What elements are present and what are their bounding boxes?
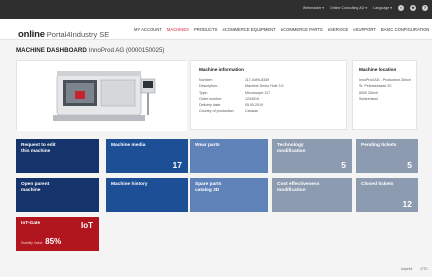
star-icon[interactable]: ★ (410, 5, 416, 11)
top-bar: Webmaster ▾ Online Consulting AG ▾ Langu… (0, 0, 432, 19)
location-line: St. Petersstrasse 20 (359, 84, 392, 89)
tile-label: Closed tickets (361, 182, 394, 187)
page-title-main: MACHINE DASHBOARD (16, 47, 87, 54)
machine-location-card: Machine location InnoProd AG - Productio… (352, 60, 417, 130)
footer-imprint-link[interactable]: Imprint (401, 267, 412, 271)
tile-iot-gate[interactable]: IoT-Gate IoT Stability Value: 85% (16, 217, 99, 251)
tile-closed-tickets[interactable]: Closed tickets 12 (356, 178, 418, 212)
info-row: Country of production: Canada (199, 109, 338, 113)
tile-label: Wear parts (195, 143, 220, 148)
nav-eservice[interactable]: eSERVICE (328, 27, 349, 32)
cart-icon[interactable]: ▪ (398, 5, 404, 11)
tile-count: 17 (172, 160, 182, 170)
info-key: Type: (199, 90, 208, 95)
info-key: Country of production: (199, 109, 235, 114)
nav-esupport[interactable]: eSUPPORT (353, 27, 376, 32)
info-value: 117-0495-8339 (245, 78, 270, 82)
iot-stability-label: Stability Value: (21, 241, 44, 245)
info-key: Description: (199, 84, 218, 89)
tile-count: 5 (341, 160, 346, 170)
info-value: Machine Demo Hole 3.5 (245, 84, 284, 89)
logo-bold: online (18, 29, 45, 40)
info-row: Delivery date: 05.05.2019 (199, 103, 338, 107)
logo-text: Portal4Industry SE (46, 30, 110, 39)
tile-label: Machine media (111, 143, 146, 148)
machine-information-title: Machine information (199, 67, 244, 72)
tile-cost-effectiveness[interactable]: Cost effectiveness modification (272, 178, 352, 212)
page-title-customer: InnoProd AG (0000150025) (88, 47, 165, 54)
tile-wear-parts[interactable]: Wear parts (190, 139, 268, 173)
info-value: 1234519 (245, 96, 259, 101)
info-row: Type: Microscope 117 (199, 91, 338, 95)
tile-machine-media[interactable]: Machine media 17 (106, 139, 188, 173)
info-value: 05.05.2019 (245, 103, 263, 108)
nav-machines[interactable]: MACHINES (167, 27, 189, 32)
info-key: Number: (199, 78, 213, 82)
info-row: Order number: 1234519 (199, 97, 338, 101)
location-line: InnoProd AG - Production Zürich (359, 78, 411, 82)
tile-technology-modification[interactable]: Technology modification 5 (272, 139, 352, 173)
page-title: MACHINE DASHBOARD InnoProd AG (0000150025… (16, 47, 165, 54)
machine-image (17, 61, 187, 131)
info-value: Canada (245, 109, 258, 114)
iot-stability: Stability Value: 85% (21, 237, 61, 246)
company-menu[interactable]: Online Consulting AG ▾ (330, 6, 367, 10)
tile-count: 12 (402, 199, 412, 209)
info-row: Number: 117-0495-8339 (199, 78, 338, 82)
tile-label: Spare parts catalog 3D (195, 182, 222, 193)
nav-products[interactable]: PRODUCTS (194, 27, 218, 32)
nav-basic-configuration[interactable]: BASIC CONFIGURATION (381, 27, 430, 32)
iot-stability-value: 85% (45, 237, 62, 246)
tile-pending-tickets[interactable]: Pending tickets 5 (356, 139, 418, 173)
top-bar-menu: Webmaster ▾ Online Consulting AG ▾ Langu… (303, 5, 428, 11)
tile-count: 5 (407, 160, 412, 170)
tile-label: Cost effectiveness modification (277, 182, 320, 193)
info-row: Description: Machine Demo Hole 3.5 (199, 84, 338, 88)
tile-label: Open parent machine (21, 182, 50, 193)
info-value: Microscope 117 (245, 90, 271, 95)
machine-location-title: Machine location (359, 67, 397, 72)
tile-label: Request to edit this machine (21, 143, 56, 154)
tile-machine-history[interactable]: Machine history (106, 178, 188, 212)
nav-ecommerce-equipment[interactable]: eCOMMERCE EQUIPMENT (222, 27, 275, 32)
main-nav: MY ACCOUNT MACHINES PRODUCTS eCOMMERCE E… (134, 27, 429, 32)
location-line: 8000 Zürich (359, 90, 378, 95)
nav-ecommerce-parts[interactable]: eCOMMERCE PARTS (281, 27, 323, 32)
tile-open-parent-machine[interactable]: Open parent machine (16, 178, 99, 212)
info-key: Delivery date: (199, 103, 221, 108)
tile-label: Pending tickets (361, 143, 397, 148)
tile-label: Technology modification (277, 143, 306, 154)
nav-my-account[interactable]: MY ACCOUNT (134, 27, 162, 32)
user-menu[interactable]: Webmaster ▾ (303, 6, 324, 10)
tile-label: Machine history (111, 182, 148, 187)
info-key: Order number: (199, 96, 223, 101)
location-line: Switzerland (359, 96, 378, 101)
language-menu[interactable]: Language ▾ (373, 6, 392, 10)
machine-information-card: Machine information Number: 117-0495-833… (190, 60, 347, 130)
logo[interactable]: online Portal4Industry SE (18, 24, 109, 42)
iot-badge: IoT (81, 221, 93, 230)
tile-request-edit[interactable]: Request to edit this machine (16, 139, 99, 173)
footer: Imprint GTC (401, 267, 428, 271)
header: online Portal4Industry SE MY ACCOUNT MACH… (0, 19, 432, 40)
footer-gtc-link[interactable]: GTC (420, 267, 428, 271)
tile-spare-parts-catalog[interactable]: Spare parts catalog 3D (190, 178, 268, 212)
help-icon[interactable]: ? (422, 5, 428, 11)
machine-image-card (16, 60, 187, 131)
